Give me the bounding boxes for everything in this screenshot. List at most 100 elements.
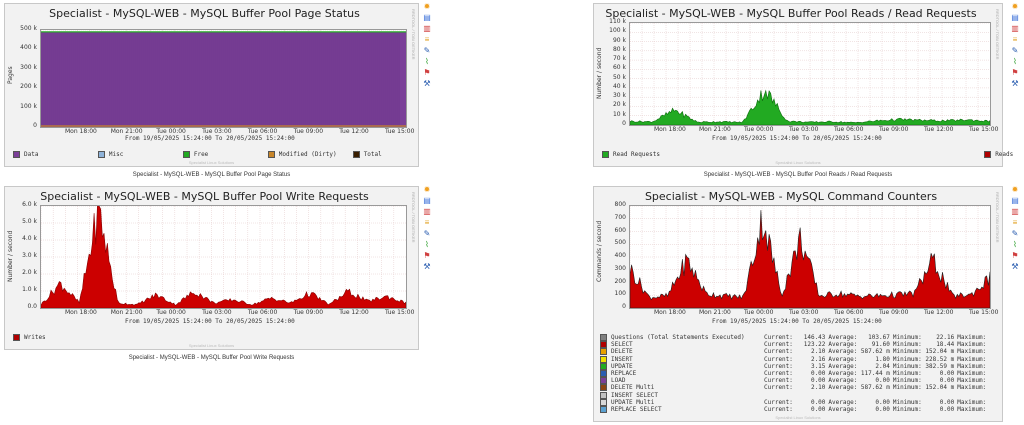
stats-label: UPDATE Multi	[611, 398, 655, 406]
stats-min: Minimum: 18.44	[892, 341, 955, 349]
stats-table: Questions (Total Statements Executed) Cur…	[600, 334, 989, 414]
gear-icon[interactable]: ✹	[423, 186, 431, 194]
legend-swatch	[600, 355, 607, 363]
database-icon[interactable]: ▥	[1011, 208, 1019, 216]
gear-icon[interactable]: ✹	[1011, 3, 1019, 11]
stats-cur: Current: 0.00	[764, 406, 826, 414]
graph-image[interactable]: Specialist - MySQL-WEB - MySQL Buffer Po…	[4, 3, 419, 167]
stats-avg: Average: 91.60	[828, 341, 890, 349]
edit-icon[interactable]: ✎	[423, 47, 431, 55]
chart-icon[interactable]: ▤	[1011, 197, 1019, 205]
stats-cur: Current: 2.16	[764, 355, 826, 363]
legend-item: Reads	[984, 151, 1013, 158]
stats-cur: Current: 0.00	[764, 398, 826, 406]
graph-title: Specialist - MySQL-WEB - MySQL Command C…	[644, 190, 938, 203]
chart-icon[interactable]: ▤	[423, 197, 431, 205]
y-tick-label: 200 k	[20, 83, 37, 91]
graph-icon[interactable]: ⌇	[423, 58, 431, 66]
x-tick-label: Tue 00:00	[744, 309, 774, 316]
stack-icon[interactable]: ≡	[423, 219, 431, 227]
stats-row: LOAD Current: 0.00 Average: 0.00 Minimum: 0…	[600, 377, 989, 385]
brand-text: Specialist Linux Solutions	[188, 343, 235, 348]
time-range: From 19/05/2025 15:24:00 To 20/05/2025 1…	[712, 318, 882, 325]
stack-icon[interactable]: ≡	[1011, 219, 1019, 227]
stats-cur: Current: 146.43	[764, 334, 826, 341]
y-tick-label: 300 k	[20, 63, 37, 71]
stats-avg: Average: 2.04	[828, 362, 890, 370]
x-tick-label: Mon 18:00	[654, 309, 686, 316]
plot-area	[629, 22, 991, 126]
wrench-icon[interactable]: ⚒	[1011, 80, 1019, 88]
legend-label: Misc	[108, 151, 124, 158]
database-icon[interactable]: ▥	[423, 25, 431, 33]
legend-swatch	[600, 334, 607, 341]
graph-icon[interactable]: ⌇	[1011, 241, 1019, 249]
stats-cur: Current: 2.10	[764, 384, 826, 392]
gear-icon[interactable]: ✹	[1011, 186, 1019, 194]
database-icon[interactable]: ▥	[1011, 25, 1019, 33]
filter-icon[interactable]: ⚑	[1011, 252, 1019, 260]
legend-item: Modified (Dirty)	[267, 151, 337, 158]
legend-item: Misc	[97, 151, 124, 158]
stats-max: Maximum:	[957, 384, 987, 392]
graph-actions: ✹ ▤ ▥ ≡ ✎ ⌇ ⚑ ⚒	[423, 186, 433, 274]
y-tick-label: 700	[614, 213, 626, 221]
x-tick-label: Mon 21:00	[699, 126, 731, 133]
legend-swatch	[600, 348, 607, 356]
edit-icon[interactable]: ✎	[423, 230, 431, 238]
stats-row: REPLACE SELECT Current: 0.00 Average: 0.00…	[600, 406, 989, 414]
database-icon[interactable]: ▥	[423, 208, 431, 216]
chart-icon[interactable]: ▤	[1011, 14, 1019, 22]
stats-label: REPLACE	[611, 370, 637, 378]
x-tick-label: Tue 12:00	[339, 128, 369, 135]
graph-panel-page-status: Specialist - MySQL-WEB - MySQL Buffer Po…	[4, 3, 419, 178]
chart-icon[interactable]: ▤	[423, 14, 431, 22]
graph-image[interactable]: Specialist - MySQL-WEB - MySQL Buffer Po…	[4, 186, 419, 350]
x-tick-label: Mon 18:00	[65, 128, 97, 135]
time-range: From 19/05/2025 15:24:00 To 20/05/2025 1…	[125, 135, 295, 142]
x-tick-label: Mon 18:00	[654, 126, 686, 133]
y-tick-label: 50 k	[612, 73, 626, 81]
edit-icon[interactable]: ✎	[1011, 47, 1019, 55]
y-tick-label: 80 k	[612, 45, 626, 53]
legend-swatch	[267, 151, 275, 158]
graph-title: Specialist - MySQL-WEB - MySQL Buffer Po…	[49, 7, 360, 20]
y-tick-label: 0	[622, 120, 626, 127]
x-tick-label: Tue 15:00	[385, 128, 415, 135]
y-tick-label: 30 k	[612, 92, 626, 100]
stats-label: DELETE Multi	[611, 384, 655, 392]
graph-image[interactable]: Specialist - MySQL-WEB - MySQL Buffer Po…	[593, 3, 1013, 167]
stack-icon[interactable]: ≡	[423, 36, 431, 44]
stats-max: Maximum:	[957, 398, 987, 406]
legend-item: Data	[13, 151, 38, 158]
plot-area	[40, 205, 407, 309]
y-tick-label: 0	[33, 122, 37, 129]
filter-icon[interactable]: ⚑	[1011, 69, 1019, 77]
graph-caption: Specialist - MySQL-WEB - MySQL Buffer Po…	[132, 172, 291, 178]
y-tick-label: 800	[614, 201, 626, 208]
y-tick-label: 10 k	[612, 110, 626, 118]
y-tick-label: 500 k	[20, 25, 37, 32]
filter-icon[interactable]: ⚑	[423, 69, 431, 77]
stats-cur: Current: 2.10	[764, 348, 826, 356]
graph-image[interactable]: Specialist - MySQL-WEB - MySQL Command C…	[593, 186, 1003, 422]
time-range: From 19/05/2025 15:24:00 To 20/05/2025 1…	[712, 135, 882, 142]
wrench-icon[interactable]: ⚒	[423, 80, 431, 88]
graph-icon[interactable]: ⌇	[423, 241, 431, 249]
stats-label: REPLACE SELECT	[611, 406, 662, 414]
filter-icon[interactable]: ⚑	[423, 252, 431, 260]
graph-caption: Specialist - MySQL-WEB - MySQL Buffer Po…	[703, 172, 893, 178]
wrench-icon[interactable]: ⚒	[1011, 263, 1019, 271]
legend-swatch	[182, 151, 190, 158]
rrdtool-credit: RRDTOOL / TOBI OETIKER	[411, 9, 416, 60]
edit-icon[interactable]: ✎	[1011, 230, 1019, 238]
stack-icon[interactable]: ≡	[1011, 36, 1019, 44]
y-tick-label: 110 k	[609, 18, 626, 25]
graph-icon[interactable]: ⌇	[1011, 58, 1019, 66]
legend-swatch	[600, 384, 607, 392]
wrench-icon[interactable]: ⚒	[423, 263, 431, 271]
gear-icon[interactable]: ✹	[423, 3, 431, 11]
legend-item: Read Requests	[602, 151, 660, 158]
graph-title: Specialist - MySQL-WEB - MySQL Buffer Po…	[605, 7, 977, 20]
legend-swatch	[600, 406, 607, 414]
